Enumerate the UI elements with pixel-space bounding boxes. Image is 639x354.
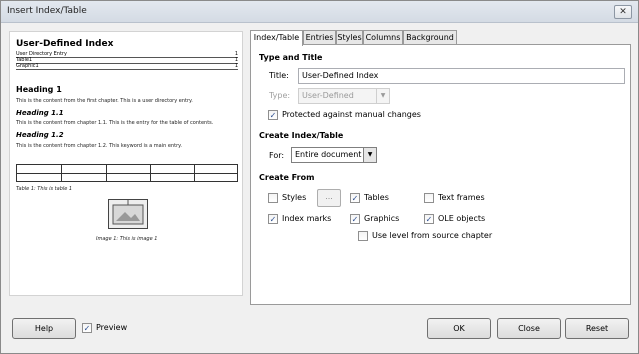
create-from-heading: Create From <box>259 173 315 182</box>
title-label: Title: <box>269 71 289 80</box>
preview-heading-1-1: Heading 1.1 <box>16 109 64 117</box>
preview-image-caption: Image 1: This is image 1 <box>96 236 158 242</box>
ole-objects-label: OLE objects <box>438 214 486 223</box>
text-frames-label: Text frames <box>438 193 485 202</box>
button-bar: Help ✓ Preview OK Close Reset <box>2 307 638 353</box>
preview-checkbox[interactable]: ✓ <box>82 323 92 333</box>
preview-body-1: This is the content from the first chapt… <box>16 98 193 104</box>
index-marks-checkbox[interactable]: ✓ <box>268 214 278 224</box>
tab-entries[interactable]: Entries <box>303 30 336 45</box>
preview-table-col <box>106 165 107 181</box>
reset-button[interactable]: Reset <box>565 318 629 339</box>
for-select[interactable]: Entire document ▼ <box>291 147 377 163</box>
dialog-title: Insert Index/Table <box>7 6 87 16</box>
tab-index-table[interactable]: Index/Table <box>250 30 303 46</box>
preview-table-row <box>17 165 237 174</box>
graphics-checkbox[interactable]: ✓ <box>350 214 360 224</box>
tables-label: Tables <box>364 193 389 202</box>
preview-table-caption: Table 1: This is table 1 <box>16 186 73 192</box>
close-icon[interactable]: ✕ <box>614 5 632 19</box>
insert-index-dialog: Insert Index/Table ✕ User-Defined Index … <box>0 0 639 354</box>
tab-background[interactable]: Background <box>403 30 457 45</box>
chevron-down-icon: ▼ <box>376 89 389 103</box>
use-level-label: Use level from source chapter <box>372 231 493 240</box>
help-button[interactable]: Help <box>12 318 76 339</box>
preview-table <box>16 164 238 182</box>
preview-body-1-2: This is the content from chapter 1.2. Th… <box>16 143 182 149</box>
ok-button[interactable]: OK <box>427 318 491 339</box>
styles-ellipsis-button[interactable]: ... <box>317 189 341 207</box>
title-bar: Insert Index/Table ✕ <box>1 1 638 23</box>
preview-toc-row: Graphic1 1 <box>16 64 238 70</box>
chevron-down-icon: ▼ <box>363 148 376 162</box>
preview-table-col <box>61 165 62 181</box>
type-and-title-heading: Type and Title <box>259 53 323 62</box>
preview-label: Preview <box>96 323 128 332</box>
protected-checkbox[interactable]: ✓ <box>268 110 278 120</box>
type-label: Type: <box>269 91 291 100</box>
use-level-checkbox[interactable] <box>358 231 368 241</box>
tab-columns[interactable]: Columns <box>363 30 403 45</box>
title-input[interactable]: User-Defined Index <box>298 68 625 84</box>
styles-checkbox[interactable] <box>268 193 278 203</box>
for-label: For: <box>269 151 285 160</box>
tab-styles[interactable]: Styles <box>336 30 363 45</box>
styles-label: Styles <box>282 193 307 202</box>
type-select-value: User-Defined <box>302 91 354 100</box>
index-marks-label: Index marks <box>282 214 332 223</box>
graphics-label: Graphics <box>364 214 400 223</box>
tables-checkbox[interactable]: ✓ <box>350 193 360 203</box>
protected-label: Protected against manual changes <box>282 110 421 119</box>
close-button[interactable]: Close <box>497 318 561 339</box>
preview-table-col <box>150 165 151 181</box>
type-select[interactable]: User-Defined ▼ <box>298 88 390 104</box>
for-select-value: Entire document <box>295 150 362 159</box>
preview-table-col <box>194 165 195 181</box>
preview-image <box>108 199 148 229</box>
create-index-heading: Create Index/Table <box>259 131 344 140</box>
preview-title: User-Defined Index <box>16 39 114 49</box>
index-table-panel: Type and Title Title: User-Defined Index… <box>250 44 631 305</box>
text-frames-checkbox[interactable] <box>424 193 434 203</box>
toc-label: Graphic1 <box>16 63 39 69</box>
toc-page: 1 <box>234 63 238 69</box>
index-preview: User-Defined Index User Directory Entry … <box>9 31 243 296</box>
preview-heading-1: Heading 1 <box>16 85 62 94</box>
preview-heading-1-2: Heading 1.2 <box>16 131 64 139</box>
ole-objects-checkbox[interactable]: ✓ <box>424 214 434 224</box>
picture-icon <box>112 200 144 225</box>
preview-body-1-1: This is the content from chapter 1.1. Th… <box>16 120 214 126</box>
